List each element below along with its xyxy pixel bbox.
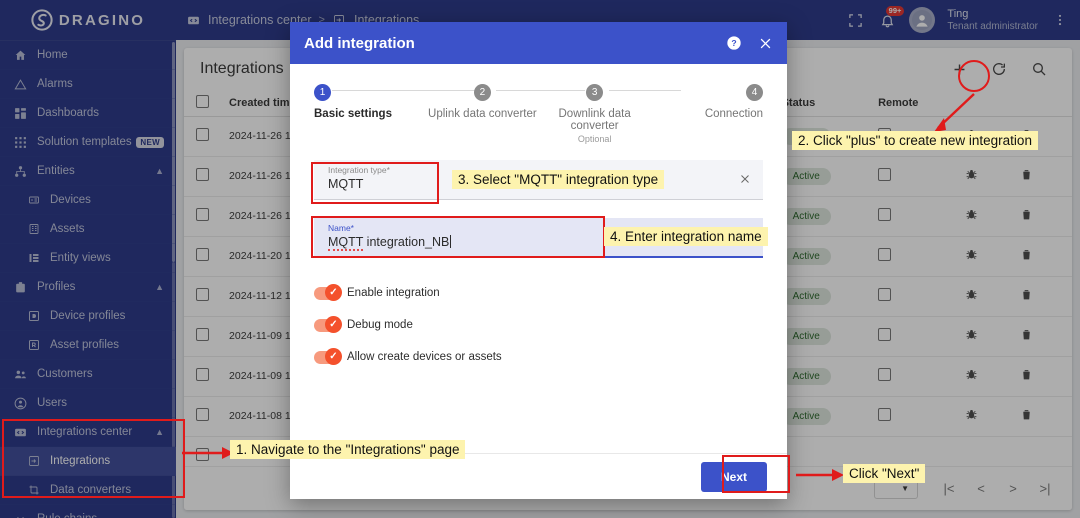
- step-number: 2: [473, 84, 491, 101]
- clear-integration-type-icon[interactable]: [737, 171, 753, 187]
- integration-name-rest: integration_NB: [363, 235, 450, 249]
- step-number: 3: [586, 84, 604, 101]
- text-caret: [450, 235, 452, 248]
- step-number: 1: [314, 84, 331, 101]
- integration-type-value: MQTT: [328, 177, 364, 191]
- toggle-group: ✓ Enable integration ✓ Debug mode ✓ Allo…: [290, 276, 787, 368]
- step-uplink-data-converter[interactable]: 2 Uplink data converter: [426, 82, 585, 144]
- step-label: Basic settings: [314, 108, 392, 120]
- step-optional-label: Optional: [577, 134, 612, 144]
- svg-text:?: ?: [731, 38, 736, 48]
- dialog-title: Add integration: [304, 34, 415, 52]
- annotation-1: 1. Navigate to the "Integrations" page: [230, 440, 466, 459]
- toggle-knob: ✓: [325, 284, 342, 301]
- annotation-3: 3. Select "MQTT" integration type: [452, 170, 665, 189]
- toggle-label: Debug mode: [347, 319, 413, 331]
- allow-create-devices-toggle[interactable]: ✓: [314, 348, 342, 365]
- step-basic-settings[interactable]: 1 Basic settings: [314, 82, 483, 144]
- close-icon[interactable]: [758, 36, 773, 51]
- spellcheck-word: MQTT: [328, 235, 364, 251]
- step-number: 4: [746, 84, 763, 101]
- dialog-footer: Next: [290, 453, 787, 499]
- annotation-4: 4. Enter integration name: [604, 227, 768, 246]
- step-downlink-data-converter[interactable]: 3 Downlink data converter Optional: [539, 82, 681, 144]
- toggle-label: Enable integration: [347, 287, 440, 299]
- toggle-knob: ✓: [325, 348, 342, 365]
- enable-integration-row[interactable]: ✓ Enable integration: [314, 282, 763, 304]
- integration-name-value: MQTT integration_NB: [328, 235, 452, 251]
- step-label: Connection: [704, 108, 763, 120]
- debug-mode-row[interactable]: ✓ Debug mode: [314, 314, 763, 336]
- help-icon[interactable]: ?: [726, 35, 742, 51]
- annotation-5: Click "Next": [843, 464, 926, 483]
- toggle-knob: ✓: [325, 316, 342, 333]
- toggle-label: Allow create devices or assets: [347, 351, 502, 363]
- wizard-stepper: 1 Basic settings 2 Uplink data converter…: [290, 64, 787, 144]
- step-label: Uplink data converter: [428, 108, 537, 120]
- dialog-body: 1 Basic settings 2 Uplink data converter…: [290, 64, 787, 453]
- next-button[interactable]: Next: [700, 461, 767, 492]
- step-label: Downlink data converter: [558, 108, 631, 132]
- step-connection[interactable]: 4 Connection: [651, 82, 763, 144]
- dialog-header: Add integration ?: [290, 22, 787, 64]
- annotation-2: 2. Click "plus" to create new integratio…: [792, 131, 1038, 150]
- debug-mode-toggle[interactable]: ✓: [314, 316, 342, 333]
- dialog-header-actions: ?: [726, 35, 773, 51]
- enable-integration-toggle[interactable]: ✓: [314, 284, 342, 301]
- add-integration-dialog: Add integration ? 1 Basic settings 2 Upl…: [290, 22, 787, 499]
- allow-create-devices-row[interactable]: ✓ Allow create devices or assets: [314, 346, 763, 368]
